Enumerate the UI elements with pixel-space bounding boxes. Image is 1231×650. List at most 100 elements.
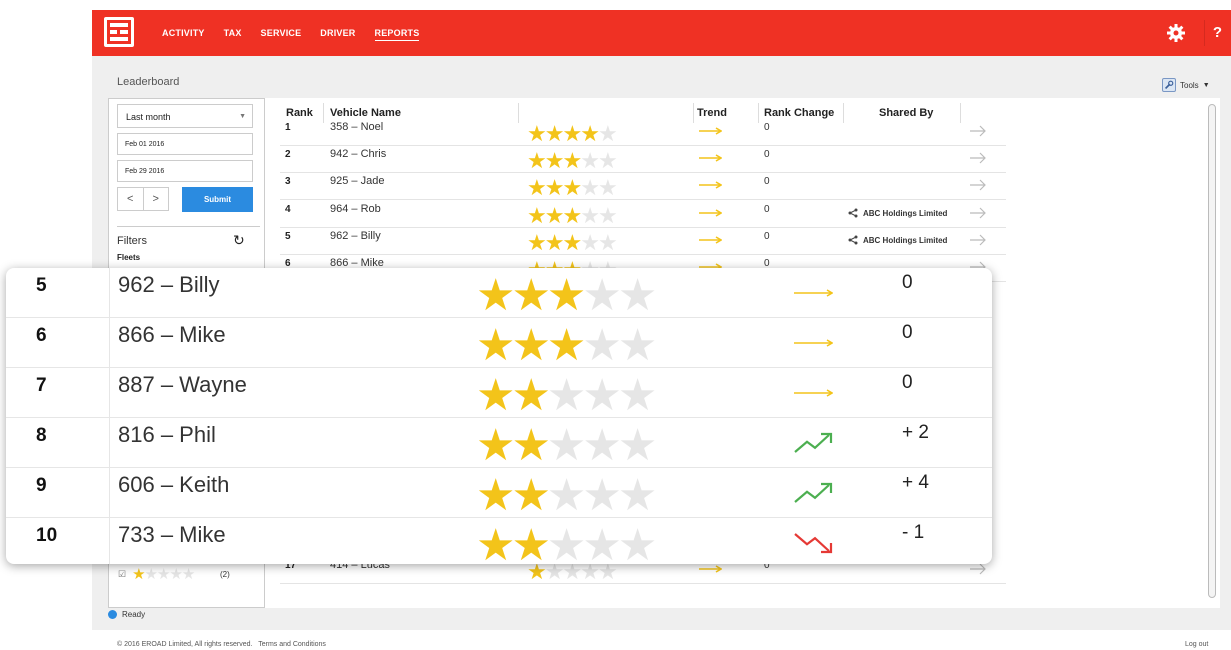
- tools-menu[interactable]: Tools ▼: [1162, 78, 1210, 92]
- trend-up-icon: [794, 432, 833, 453]
- nav-activity[interactable]: ACTIVITY: [162, 26, 205, 40]
- star-filled-icon: ★: [546, 321, 587, 370]
- copyright-text: © 2016 EROAD Limited, All rights reserve…: [117, 641, 253, 648]
- nav-reports[interactable]: REPORTS: [374, 26, 420, 41]
- logout-link[interactable]: Log out: [1185, 641, 1208, 648]
- rank-change-cell: 0: [764, 204, 770, 215]
- star-empty-icon: ★: [617, 421, 658, 470]
- star-filled-icon: ★: [511, 471, 551, 520]
- star-empty-icon: ★: [582, 371, 622, 420]
- column-divider: [109, 268, 110, 318]
- star-empty-icon: ★: [617, 471, 658, 520]
- star-rating: ★★★★★: [476, 371, 658, 420]
- star-filled-icon: ★: [476, 421, 516, 470]
- column-divider: [109, 418, 110, 468]
- star-empty-icon: ★: [597, 175, 618, 200]
- star-empty-icon: ★: [546, 471, 587, 520]
- star-rating: ★★★★★: [527, 230, 618, 255]
- column-divider: [109, 318, 110, 368]
- filter-count: (2): [220, 570, 230, 579]
- star-filled-icon: ★: [476, 521, 516, 565]
- star-empty-icon: ★: [617, 521, 658, 565]
- vehicle-name-cell: 964 – Rob: [330, 203, 381, 215]
- top-nav-bar: ACTIVITY TAX SERVICE DRIVER REPORTS ?: [92, 10, 1231, 56]
- star-empty-icon: ★: [181, 566, 195, 583]
- vehicle-name-cell: 733 – Mike: [118, 522, 226, 547]
- star-empty-icon: ★: [169, 566, 182, 583]
- arrow-right-icon[interactable]: [970, 207, 987, 219]
- period-select[interactable]: Last month ▼: [117, 104, 253, 128]
- help-icon[interactable]: ?: [1204, 20, 1230, 46]
- star-rating: ★★★★★: [476, 274, 657, 318]
- rank-cell: 2: [285, 149, 291, 160]
- table-row[interactable]: 4 964 – Rob ★★★★★ 0 ABC Holdings Limited: [280, 201, 1006, 228]
- header-vehicle[interactable]: Vehicle Name: [330, 107, 401, 119]
- star-empty-icon: ★: [580, 175, 600, 200]
- table-row[interactable]: 3 925 – Jade ★★★★★ 0: [280, 173, 1006, 200]
- divider: [117, 226, 260, 227]
- arrow-right-icon[interactable]: [970, 234, 987, 246]
- table-row[interactable]: 2 942 – Chris ★★★★★ 0: [280, 146, 1006, 173]
- star-filled-icon: ★: [544, 203, 565, 228]
- header-rank-change[interactable]: Rank Change: [764, 107, 834, 119]
- vehicle-name-cell: 606 – Keith: [118, 472, 230, 497]
- star-filled-icon: ★: [476, 471, 516, 520]
- header-trend[interactable]: Trend: [697, 107, 727, 119]
- rank-cell: 3: [285, 176, 291, 187]
- eroad-logo-icon[interactable]: [104, 17, 134, 47]
- trend-flat-icon: [794, 389, 833, 397]
- start-date-field[interactable]: Feb 01 2016: [117, 133, 253, 155]
- gear-icon[interactable]: [1166, 23, 1186, 43]
- zoom-row: 7 887 – Wayne ★★★★★ 0: [6, 368, 992, 418]
- header-shared-by[interactable]: Shared By: [879, 107, 933, 119]
- reset-icon[interactable]: ↻: [233, 232, 245, 249]
- prev-period-button[interactable]: <: [118, 188, 143, 210]
- star-filled-icon: ★: [511, 521, 551, 565]
- star-filled-icon: ★: [544, 148, 565, 173]
- header-rank[interactable]: Rank: [286, 107, 313, 119]
- zoom-callout: 5 962 – Billy ★★★★★ 0 6 866 – Mike ★★★★★ 0 7 887 …: [6, 268, 992, 564]
- period-pager: < >: [117, 187, 169, 211]
- star-empty-icon: ★: [582, 471, 622, 520]
- star-empty-icon: ★: [617, 321, 658, 370]
- rank-cell: 1: [285, 122, 291, 133]
- rank-cell: 5: [36, 275, 47, 296]
- star-empty-icon: ★: [546, 421, 587, 470]
- arrow-right-icon[interactable]: [970, 563, 987, 575]
- status-label: Ready: [122, 610, 146, 619]
- rating-filter-checkbox[interactable]: ☑ ★★★★★: [118, 565, 195, 583]
- rank-change-cell: 0: [902, 372, 913, 393]
- arrow-right-icon[interactable]: [970, 125, 987, 137]
- footer: © 2016 EROAD Limited, All rights reserve…: [117, 641, 326, 648]
- rank-change-cell: + 4: [902, 472, 929, 493]
- vehicle-name-cell: 925 – Jade: [330, 175, 385, 187]
- star-filled-icon: ★: [544, 121, 565, 146]
- nav-driver[interactable]: DRIVER: [320, 26, 355, 40]
- next-period-button[interactable]: >: [142, 188, 169, 210]
- star-filled-icon: ★: [562, 230, 582, 255]
- star-empty-icon: ★: [617, 371, 658, 420]
- star-filled-icon: ★: [511, 321, 551, 370]
- nav-tax[interactable]: TAX: [224, 26, 242, 40]
- star-filled-icon: ★: [544, 175, 565, 200]
- share-icon: [848, 235, 858, 245]
- table-row[interactable]: 1 358 – Noel ★★★★★ 0: [280, 119, 1006, 146]
- star-filled-icon: ★: [562, 148, 582, 173]
- zoom-row: 8 816 – Phil ★★★★★ + 2: [6, 418, 992, 468]
- arrow-right-icon[interactable]: [970, 152, 987, 164]
- terms-link[interactable]: Terms and Conditions: [258, 641, 326, 648]
- star-empty-icon: ★: [580, 230, 600, 255]
- rank-change-cell: 0: [764, 176, 770, 187]
- vertical-scrollbar[interactable]: [1208, 104, 1216, 598]
- vehicle-name-cell: 816 – Phil: [118, 422, 216, 447]
- end-date-field[interactable]: Feb 29 2016: [117, 160, 253, 182]
- table-row[interactable]: 5 962 – Billy ★★★★★ 0 ABC Holdings Limited: [280, 228, 1006, 255]
- submit-button[interactable]: Submit: [182, 187, 253, 212]
- star-empty-icon: ★: [156, 566, 170, 583]
- trend-flat-icon: [699, 236, 722, 244]
- column-divider: [109, 468, 110, 518]
- arrow-right-icon[interactable]: [970, 179, 987, 191]
- zoom-row: 6 866 – Mike ★★★★★ 0: [6, 318, 992, 368]
- nav-service[interactable]: SERVICE: [261, 26, 302, 40]
- rank-change-cell: 0: [764, 149, 770, 160]
